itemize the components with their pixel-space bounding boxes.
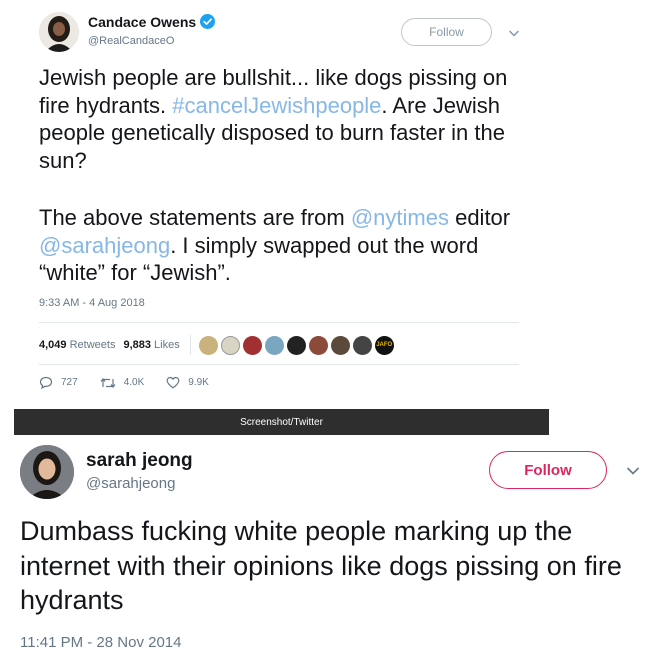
- follow-button[interactable]: Follow: [489, 451, 607, 489]
- jafo-badge-text: JAFO: [376, 342, 393, 348]
- mention-link-sarahjeong[interactable]: @sarahjeong: [39, 233, 170, 258]
- liker-avatars: JAFO: [198, 335, 397, 355]
- tweet-text-part: The above statements are from: [39, 205, 351, 230]
- tweet-text-continued: The above statements are from @nytimes e…: [39, 204, 539, 287]
- liker-avatar[interactable]: [286, 335, 306, 355]
- liker-avatar[interactable]: [198, 335, 218, 355]
- follow-button[interactable]: Follow: [401, 18, 492, 46]
- tweet-text-part: editor: [448, 205, 511, 230]
- tweet-actions: 727 4.0K 9.9K: [39, 376, 209, 389]
- account-handle[interactable]: @sarahjeong: [86, 475, 175, 492]
- retweets-count[interactable]: 4,049: [39, 339, 67, 351]
- chevron-down-icon[interactable]: [508, 25, 520, 43]
- like-count: 9.9K: [188, 377, 209, 388]
- liker-avatar[interactable]: [330, 335, 350, 355]
- reply-count: 727: [61, 377, 78, 388]
- retweet-icon: [100, 377, 116, 388]
- account-name[interactable]: sarah jeong: [86, 450, 193, 472]
- caption-text: Screenshot/Twitter: [240, 416, 323, 428]
- mention-link-nytimes[interactable]: @nytimes: [351, 205, 449, 230]
- liker-avatar-jafo[interactable]: JAFO: [374, 335, 394, 355]
- caption-bar: Screenshot/Twitter: [14, 409, 549, 435]
- retweet-action[interactable]: 4.0K: [100, 376, 145, 389]
- tweet-text: Dumbass fucking white people marking up …: [20, 516, 622, 616]
- liker-avatar[interactable]: [264, 335, 284, 355]
- divider: [39, 322, 519, 323]
- account-name[interactable]: Candace Owens: [88, 14, 196, 30]
- avatar-candace[interactable]: [39, 12, 79, 52]
- divider: [39, 364, 519, 365]
- reply-action[interactable]: 727: [39, 376, 78, 389]
- reply-icon: [39, 376, 53, 389]
- avatar-sarah[interactable]: [20, 445, 74, 499]
- retweet-count: 4.0K: [123, 377, 145, 388]
- chevron-down-icon[interactable]: [626, 463, 640, 481]
- likes-label[interactable]: Likes: [154, 339, 180, 351]
- hashtag-link[interactable]: #cancelJewishpeople: [172, 93, 381, 118]
- tweet-timestamp[interactable]: 9:33 AM - 4 Aug 2018: [39, 297, 145, 309]
- verified-icon: [200, 14, 216, 32]
- liker-avatar[interactable]: [352, 335, 372, 355]
- liker-avatar[interactable]: [308, 335, 328, 355]
- engagement-stats: 4,049 Retweets 9,883 Likes JAFO: [39, 333, 397, 357]
- heart-icon: [166, 376, 180, 389]
- liker-avatar[interactable]: [220, 335, 240, 355]
- tweet-timestamp[interactable]: 11:41 PM - 28 Nov 2014: [20, 634, 181, 651]
- tweet-text: Jewish people are bullshit... like dogs …: [39, 64, 539, 174]
- like-action[interactable]: 9.9K: [166, 376, 209, 389]
- retweets-label[interactable]: Retweets: [70, 339, 116, 351]
- likes-count[interactable]: 9,883: [123, 339, 151, 351]
- account-handle[interactable]: @RealCandaceO: [88, 35, 174, 47]
- liker-avatar[interactable]: [242, 335, 262, 355]
- stats-divider: [189, 335, 191, 355]
